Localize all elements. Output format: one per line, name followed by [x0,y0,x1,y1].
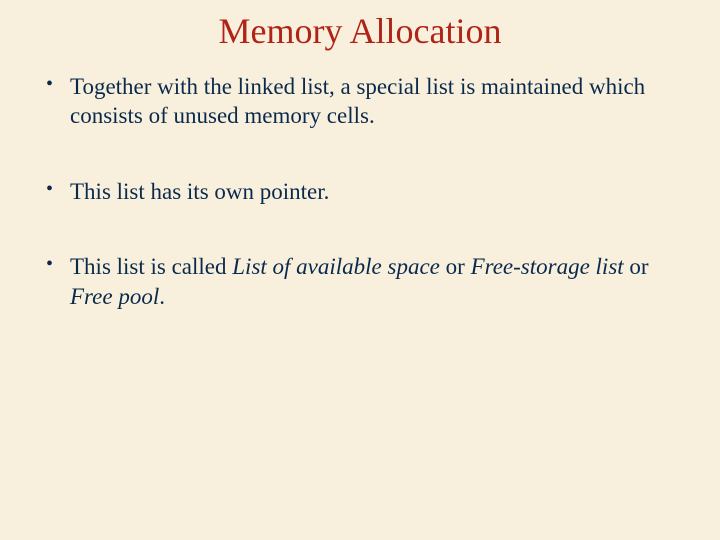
body-text: or [440,254,471,279]
slide: Memory Allocation Together with the link… [0,0,720,540]
term-text: Free-storage list [471,254,624,279]
body-text: This list is called [70,254,232,279]
body-text: or [624,254,649,279]
body-text: . [159,284,165,309]
bullet-item: This list is called List of available sp… [42,252,678,311]
bullet-item: Together with the linked list, a special… [42,72,678,131]
body-text: This list has its own pointer. [70,179,329,204]
slide-title: Memory Allocation [42,0,678,72]
body-text: Together with the linked list, a special… [70,74,645,128]
term-text: List of available space [232,254,440,279]
term-text: Free pool [70,284,159,309]
bullet-list: Together with the linked list, a special… [42,72,678,311]
bullet-item: This list has its own pointer. [42,177,678,206]
